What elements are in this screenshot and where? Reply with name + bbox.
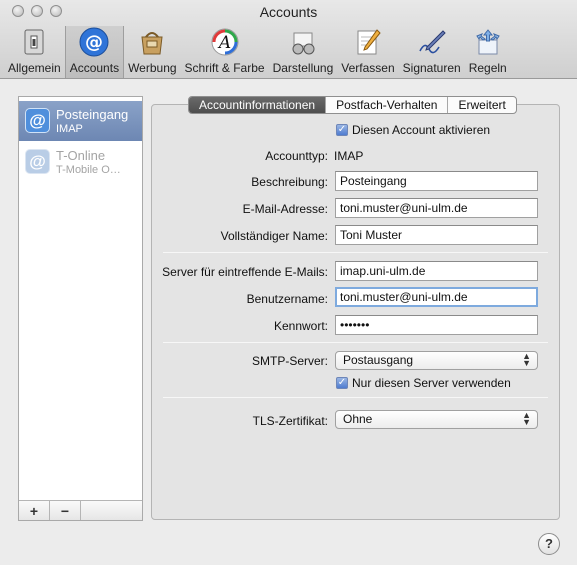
divider <box>163 397 548 398</box>
toolbar-label: Signaturen <box>402 61 461 75</box>
incoming-server-label: Server für eintreffende E-Mails: <box>162 265 328 279</box>
account-type: T-Mobile O… <box>56 164 121 176</box>
select-arrows-icon: ▲ ▼ <box>522 351 531 368</box>
enable-account-label: Diesen Account aktivieren <box>352 123 491 137</box>
email-input[interactable]: toni.muster@uni-ulm.de <box>335 198 538 218</box>
tab-erweitert[interactable]: Erweitert <box>448 97 515 113</box>
toolbar-label: Allgemein <box>8 61 61 75</box>
accounts-list-footer: + − <box>19 500 142 520</box>
toolbar-item-allgemein[interactable]: Allgemein <box>4 26 65 78</box>
toolbar-label: Schrift & Farbe <box>184 61 265 75</box>
at-sign-icon: @ <box>25 108 50 133</box>
toolbar-label: Accounts <box>69 61 120 75</box>
tls-certificate-value: Ohne <box>343 412 373 426</box>
tab-accountinformationen[interactable]: Accountinformationen <box>189 97 327 113</box>
smtp-server-select[interactable]: Postausgang ▲ ▼ <box>335 351 538 370</box>
divider <box>163 252 548 253</box>
tls-certificate-select[interactable]: Ohne ▲ ▼ <box>335 410 538 429</box>
rules-arrows-icon <box>472 26 504 58</box>
viewing-glasses-icon <box>287 26 319 58</box>
account-type: IMAP <box>56 123 83 135</box>
fonts-colors-icon: A <box>209 26 241 58</box>
toolbar-item-accounts[interactable]: @ Accounts <box>64 26 125 78</box>
enable-account-checkbox[interactable]: ✓ <box>336 124 348 136</box>
password-input[interactable]: ••••••• <box>335 315 538 335</box>
preferences-toolbar: Allgemein @ Accounts Werbung A Schrift &… <box>4 26 511 78</box>
junk-mail-bag-icon <box>136 26 168 58</box>
at-sign-icon: @ <box>78 26 110 58</box>
tab-postfach-verhalten[interactable]: Postfach-Verhalten <box>326 97 449 113</box>
toolbar-label: Regeln <box>468 61 507 75</box>
full-name-input[interactable]: Toni Muster <box>335 225 538 245</box>
username-input[interactable]: toni.muster@uni-ulm.de <box>335 287 538 307</box>
account-tabs: Accountinformationen Postfach-Verhalten … <box>188 96 517 114</box>
general-switch-icon <box>18 26 50 58</box>
remove-account-button[interactable]: − <box>50 501 81 520</box>
toolbar-item-verfassen[interactable]: Verfassen <box>337 26 398 78</box>
svg-text:@: @ <box>85 32 103 53</box>
only-this-server-label: Nur diesen Server verwenden <box>352 376 511 390</box>
description-input[interactable]: Posteingang <box>335 171 538 191</box>
toolbar-item-schrift-farbe[interactable]: A Schrift & Farbe <box>181 26 269 78</box>
tls-certificate-label: TLS-Zertifikat: <box>252 414 328 428</box>
smtp-server-label: SMTP-Server: <box>251 354 328 368</box>
full-name-label: Vollständiger Name: <box>220 229 328 243</box>
toolbar-label: Darstellung <box>272 61 334 75</box>
toolbar-item-darstellung[interactable]: Darstellung <box>269 26 338 78</box>
window-titlebar: Accounts Allgemein @ Accounts Werbung A … <box>0 0 577 79</box>
toolbar-label: Verfassen <box>341 61 395 75</box>
window-title: Accounts <box>259 4 318 20</box>
toolbar-item-werbung[interactable]: Werbung <box>124 26 180 78</box>
password-label: Kennwort: <box>273 319 328 333</box>
select-arrows-icon: ▲ ▼ <box>522 410 531 427</box>
account-item-t-online[interactable]: @ T-Online T-Mobile O… <box>19 142 142 182</box>
account-type-value: IMAP <box>334 149 364 163</box>
account-name: T-Online <box>56 148 106 163</box>
account-item-posteingang[interactable]: @ Posteingang IMAP <box>19 101 142 141</box>
smtp-server-value: Postausgang <box>343 353 414 367</box>
add-account-button[interactable]: + <box>19 501 50 520</box>
at-sign-icon: @ <box>25 149 50 174</box>
signature-pen-icon <box>416 26 448 58</box>
help-button[interactable]: ? <box>538 533 560 555</box>
divider <box>163 342 548 343</box>
svg-text:A: A <box>216 33 230 53</box>
email-label: E-Mail-Adresse: <box>242 202 328 216</box>
account-type-label: Accounttyp: <box>265 149 328 163</box>
account-name: Posteingang <box>56 107 129 122</box>
toolbar-label: Werbung <box>128 61 177 75</box>
only-this-server-checkbox[interactable]: ✓ <box>336 377 348 389</box>
accounts-list: @ Posteingang IMAP @ T-Online T-Mobile O… <box>18 96 143 521</box>
compose-pencil-icon <box>352 26 384 58</box>
toolbar-item-signaturen[interactable]: Signaturen <box>399 26 465 78</box>
description-label: Beschreibung: <box>251 175 328 189</box>
username-label: Benutzername: <box>246 292 328 306</box>
account-settings-panel <box>151 104 560 520</box>
incoming-server-input[interactable]: imap.uni-ulm.de <box>335 261 538 281</box>
toolbar-item-regeln[interactable]: Regeln <box>465 26 511 78</box>
